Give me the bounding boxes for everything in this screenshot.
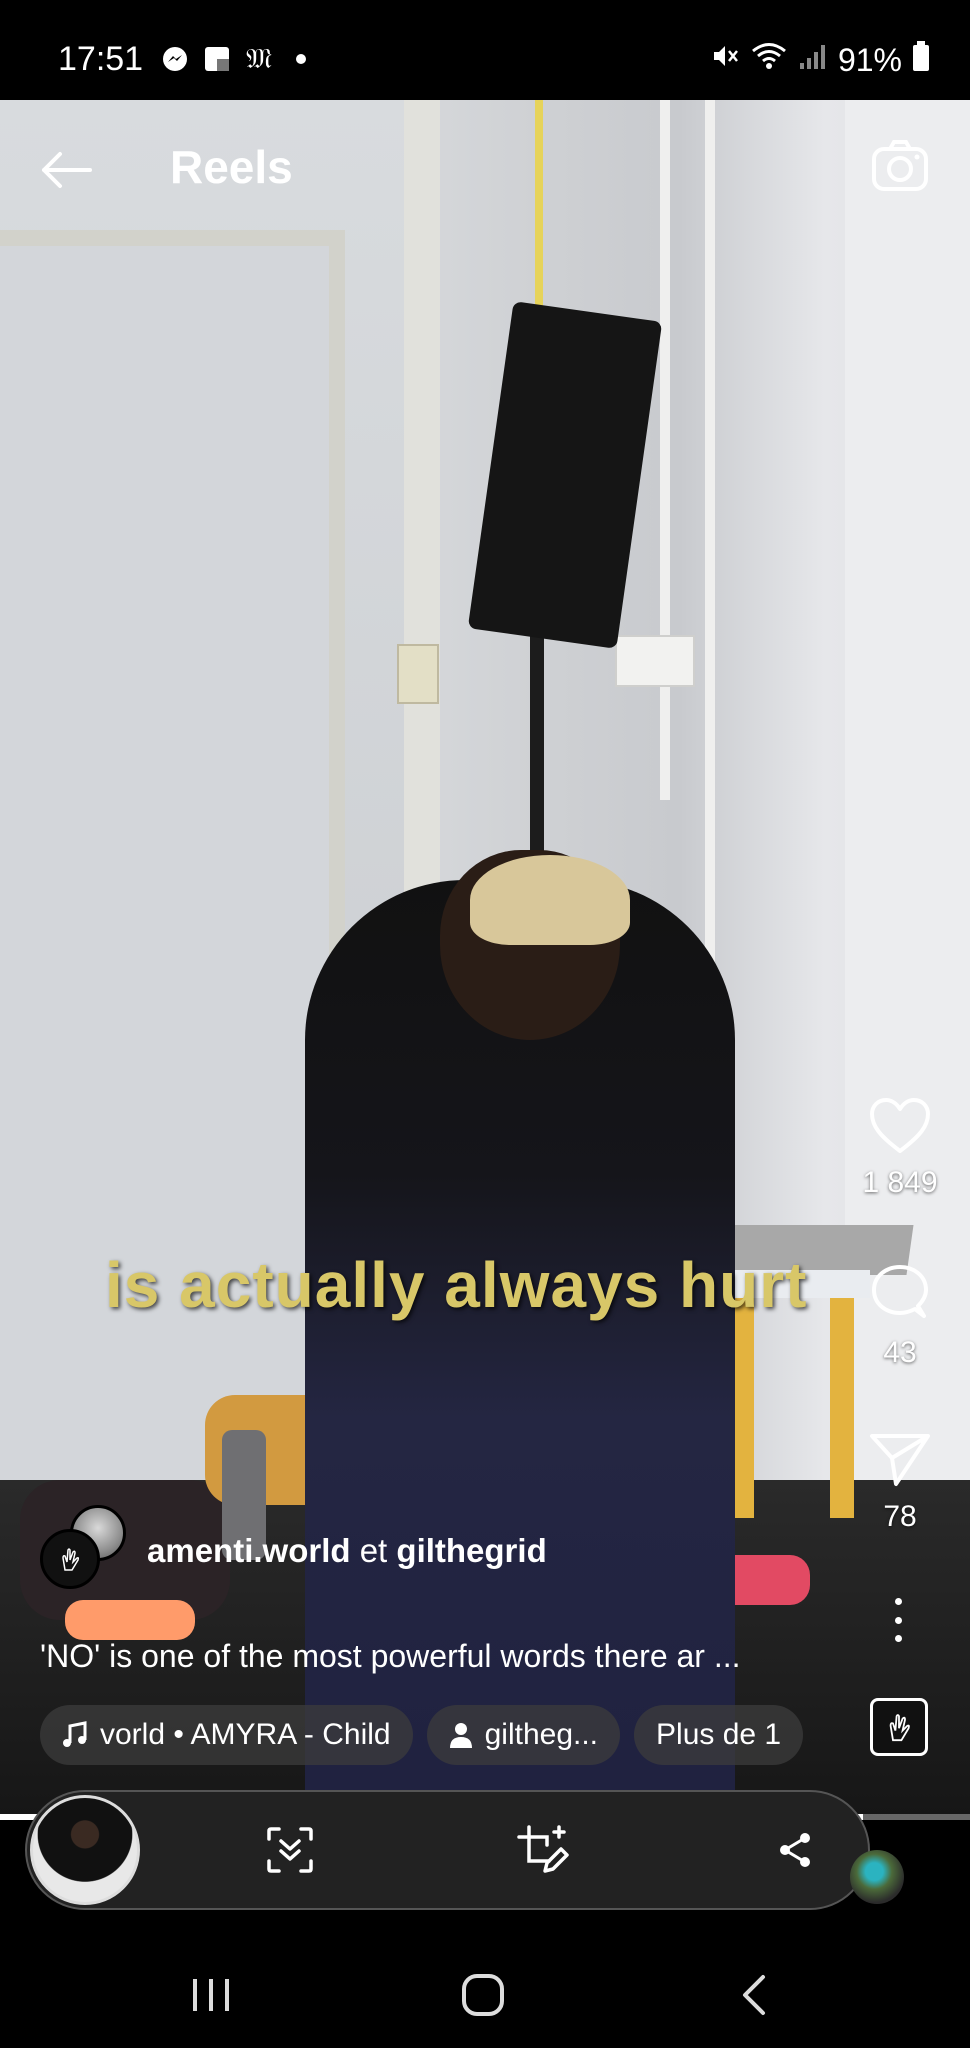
reel-description[interactable]: 'NO' is one of the most powerful words t…: [40, 1638, 741, 1675]
wifi-icon: [750, 40, 788, 80]
tagged-people-label: giltheg...: [484, 1718, 599, 1751]
floating-toolbar: [25, 1790, 870, 1910]
heart-icon: [870, 1098, 930, 1153]
screenshot-thumbnail[interactable]: [30, 1795, 140, 1905]
hand-logo-icon: [889, 1714, 910, 1742]
recent-apps-icon: [193, 1979, 229, 2011]
author-conjunction: et: [359, 1532, 388, 1569]
messenger-icon: [160, 44, 190, 74]
comment-count: 43: [883, 1336, 917, 1369]
status-bar: 17:51 𝔐 91%: [0, 0, 970, 100]
back-button[interactable]: [36, 140, 96, 200]
audio-chip[interactable]: vorld • AMYRA - Child: [40, 1705, 413, 1765]
crop-edit-icon: [517, 1825, 569, 1873]
status-notification-icons: 𝔐: [160, 42, 316, 75]
home-icon: [462, 1974, 504, 2016]
back-arrow-icon: [42, 152, 92, 188]
video-scene-pipe: [705, 100, 715, 1000]
scroll-capture-icon: [267, 1827, 313, 1873]
like-count: 1 849: [862, 1166, 938, 1199]
battery-icon: [912, 41, 930, 79]
author-avatars[interactable]: [40, 1505, 130, 1595]
share-action[interactable]: 78: [862, 1430, 938, 1534]
video-scene-person-hair: [470, 855, 630, 945]
scroll-capture-button[interactable]: [260, 1820, 320, 1880]
camera-icon: [872, 140, 928, 191]
hand-logo-icon: [62, 1548, 80, 1571]
send-icon: [870, 1434, 930, 1486]
next-reel-avatar[interactable]: [850, 1850, 904, 1904]
music-note-icon: [62, 1721, 88, 1749]
more-chip-label: Plus de 1: [656, 1718, 782, 1751]
audio-thumbnail[interactable]: [870, 1698, 928, 1756]
status-time: 17:51: [58, 40, 144, 78]
video-scene-speaker: [467, 301, 663, 649]
share-count: 78: [883, 1500, 917, 1533]
share-screenshot-button[interactable]: [765, 1820, 825, 1880]
edit-screenshot-button[interactable]: [512, 1820, 572, 1880]
video-scene-pipe: [535, 100, 543, 310]
gothic-m-icon: 𝔐: [246, 42, 272, 75]
reel-chips: vorld • AMYRA - Child giltheg... Plus de…: [40, 1705, 804, 1765]
video-scene-pipe: [660, 100, 670, 800]
camera-button[interactable]: [868, 135, 932, 199]
status-system-icons: 91%: [708, 40, 930, 80]
like-action[interactable]: 1 849: [862, 1096, 938, 1200]
audio-chip-label: vorld • AMYRA - Child: [100, 1718, 391, 1751]
comment-action[interactable]: 43: [862, 1262, 938, 1370]
back-nav-button[interactable]: [720, 1960, 790, 2030]
back-chevron-icon: [743, 1975, 765, 2015]
mute-icon: [708, 40, 740, 80]
home-button[interactable]: [448, 1960, 518, 2030]
battery-percent: 91%: [837, 41, 902, 78]
comment-icon: [872, 1265, 928, 1318]
notification-dot-icon: [286, 44, 316, 74]
video-scene-thermostat: [615, 635, 695, 687]
video-scene-cloth: [65, 1600, 195, 1640]
signal-icon: [798, 41, 828, 79]
video-scene-outlet: [397, 644, 439, 704]
author-avatar[interactable]: [40, 1529, 100, 1589]
recent-apps-button[interactable]: [176, 1960, 246, 2030]
author-username[interactable]: amenti.world: [147, 1532, 351, 1569]
more-options-button[interactable]: [886, 1598, 910, 1642]
video-caption-text: is actually always hurt: [105, 1249, 808, 1321]
app-icon: [202, 44, 232, 74]
share-icon: [780, 1833, 810, 1867]
author-line[interactable]: amenti.world et gilthegrid: [147, 1532, 547, 1570]
page-title: Reels: [170, 141, 293, 193]
person-icon: [449, 1722, 473, 1748]
collaborator-username[interactable]: gilthegrid: [396, 1532, 546, 1569]
tagged-people-chip[interactable]: giltheg...: [426, 1705, 621, 1765]
more-chip[interactable]: Plus de 1: [634, 1705, 804, 1765]
